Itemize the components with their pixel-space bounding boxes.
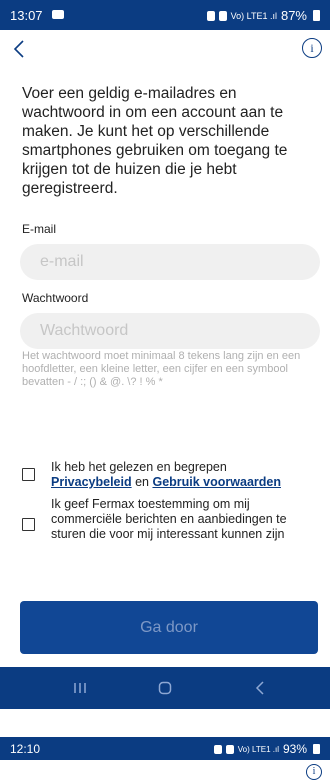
status-bar-2: 12:10 Vo) LTE1 .ıl 93% bbox=[0, 737, 330, 760]
notification-icon bbox=[206, 10, 215, 21]
battery-icon bbox=[313, 10, 320, 21]
consent-text-before: Ik heb het gelezen en begrepen bbox=[51, 460, 227, 474]
home-button[interactable] bbox=[135, 667, 195, 709]
battery-percent-2: 93% bbox=[282, 742, 307, 756]
second-screen-area bbox=[0, 760, 330, 780]
privacy-policy-link[interactable]: Privacybeleid bbox=[51, 475, 132, 489]
network-text-2: Vo) LTE1 .ıl bbox=[237, 744, 279, 754]
status-time: 13:07 bbox=[10, 8, 43, 23]
system-back-button[interactable] bbox=[230, 667, 290, 709]
info-button-2[interactable]: i bbox=[306, 764, 322, 780]
message-icon bbox=[52, 10, 64, 19]
status-bar: 13:07 Vo) LTE1 .ıl 87% bbox=[0, 0, 330, 30]
info-icon: i bbox=[310, 41, 314, 55]
back-button[interactable] bbox=[6, 36, 32, 62]
consent-text-middle: en bbox=[131, 475, 153, 489]
status-time-2: 12:10 bbox=[10, 742, 41, 756]
email-field[interactable] bbox=[20, 244, 320, 280]
password-hint: Het wachtwoord moet minimaal 8 tekens la… bbox=[22, 350, 301, 388]
privacy-consent-row: Ik heb het gelezen en begrepen Privacybe… bbox=[22, 460, 301, 490]
info-button[interactable]: i bbox=[302, 38, 322, 58]
mute-icon-2 bbox=[225, 744, 234, 754]
continue-button[interactable]: Ga door bbox=[20, 601, 318, 654]
chevron-left-icon bbox=[13, 40, 24, 58]
password-label: Wachtwoord bbox=[22, 291, 89, 305]
battery-percent: 87% bbox=[280, 8, 307, 23]
network-text: Vo) LTE1 .ıl bbox=[230, 10, 277, 21]
marketing-consent-text: Ik geef Fermax toestemming om mij commer… bbox=[51, 497, 287, 541]
back-icon bbox=[255, 681, 264, 695]
status-icons-2: Vo) LTE1 .ıl 93% bbox=[213, 742, 320, 756]
privacy-consent-checkbox[interactable] bbox=[22, 468, 35, 481]
terms-of-use-link[interactable]: Gebruik voorwaarden bbox=[152, 475, 281, 489]
home-icon bbox=[158, 681, 172, 695]
battery-icon-2 bbox=[313, 744, 320, 754]
marketing-consent-row: Ik geef Fermax toestemming om mij commer… bbox=[22, 497, 301, 542]
info-icon-2: i bbox=[312, 766, 316, 777]
notification-icon-2 bbox=[213, 744, 222, 754]
privacy-consent-text: Ik heb het gelezen en begrepen Privacybe… bbox=[51, 460, 301, 490]
email-label: E-mail bbox=[22, 222, 57, 236]
status-icons: Vo) LTE1 .ıl 87% bbox=[206, 8, 320, 23]
recents-icon bbox=[74, 683, 86, 693]
marketing-consent-checkbox[interactable] bbox=[22, 518, 35, 531]
intro-text: Voer een geldig e-mailadres en wachtwoor… bbox=[22, 85, 288, 197]
mute-icon bbox=[218, 10, 227, 21]
recents-button[interactable] bbox=[50, 667, 110, 709]
screen-gap bbox=[0, 709, 330, 737]
password-field[interactable] bbox=[20, 313, 320, 349]
system-nav-bar bbox=[0, 667, 330, 709]
